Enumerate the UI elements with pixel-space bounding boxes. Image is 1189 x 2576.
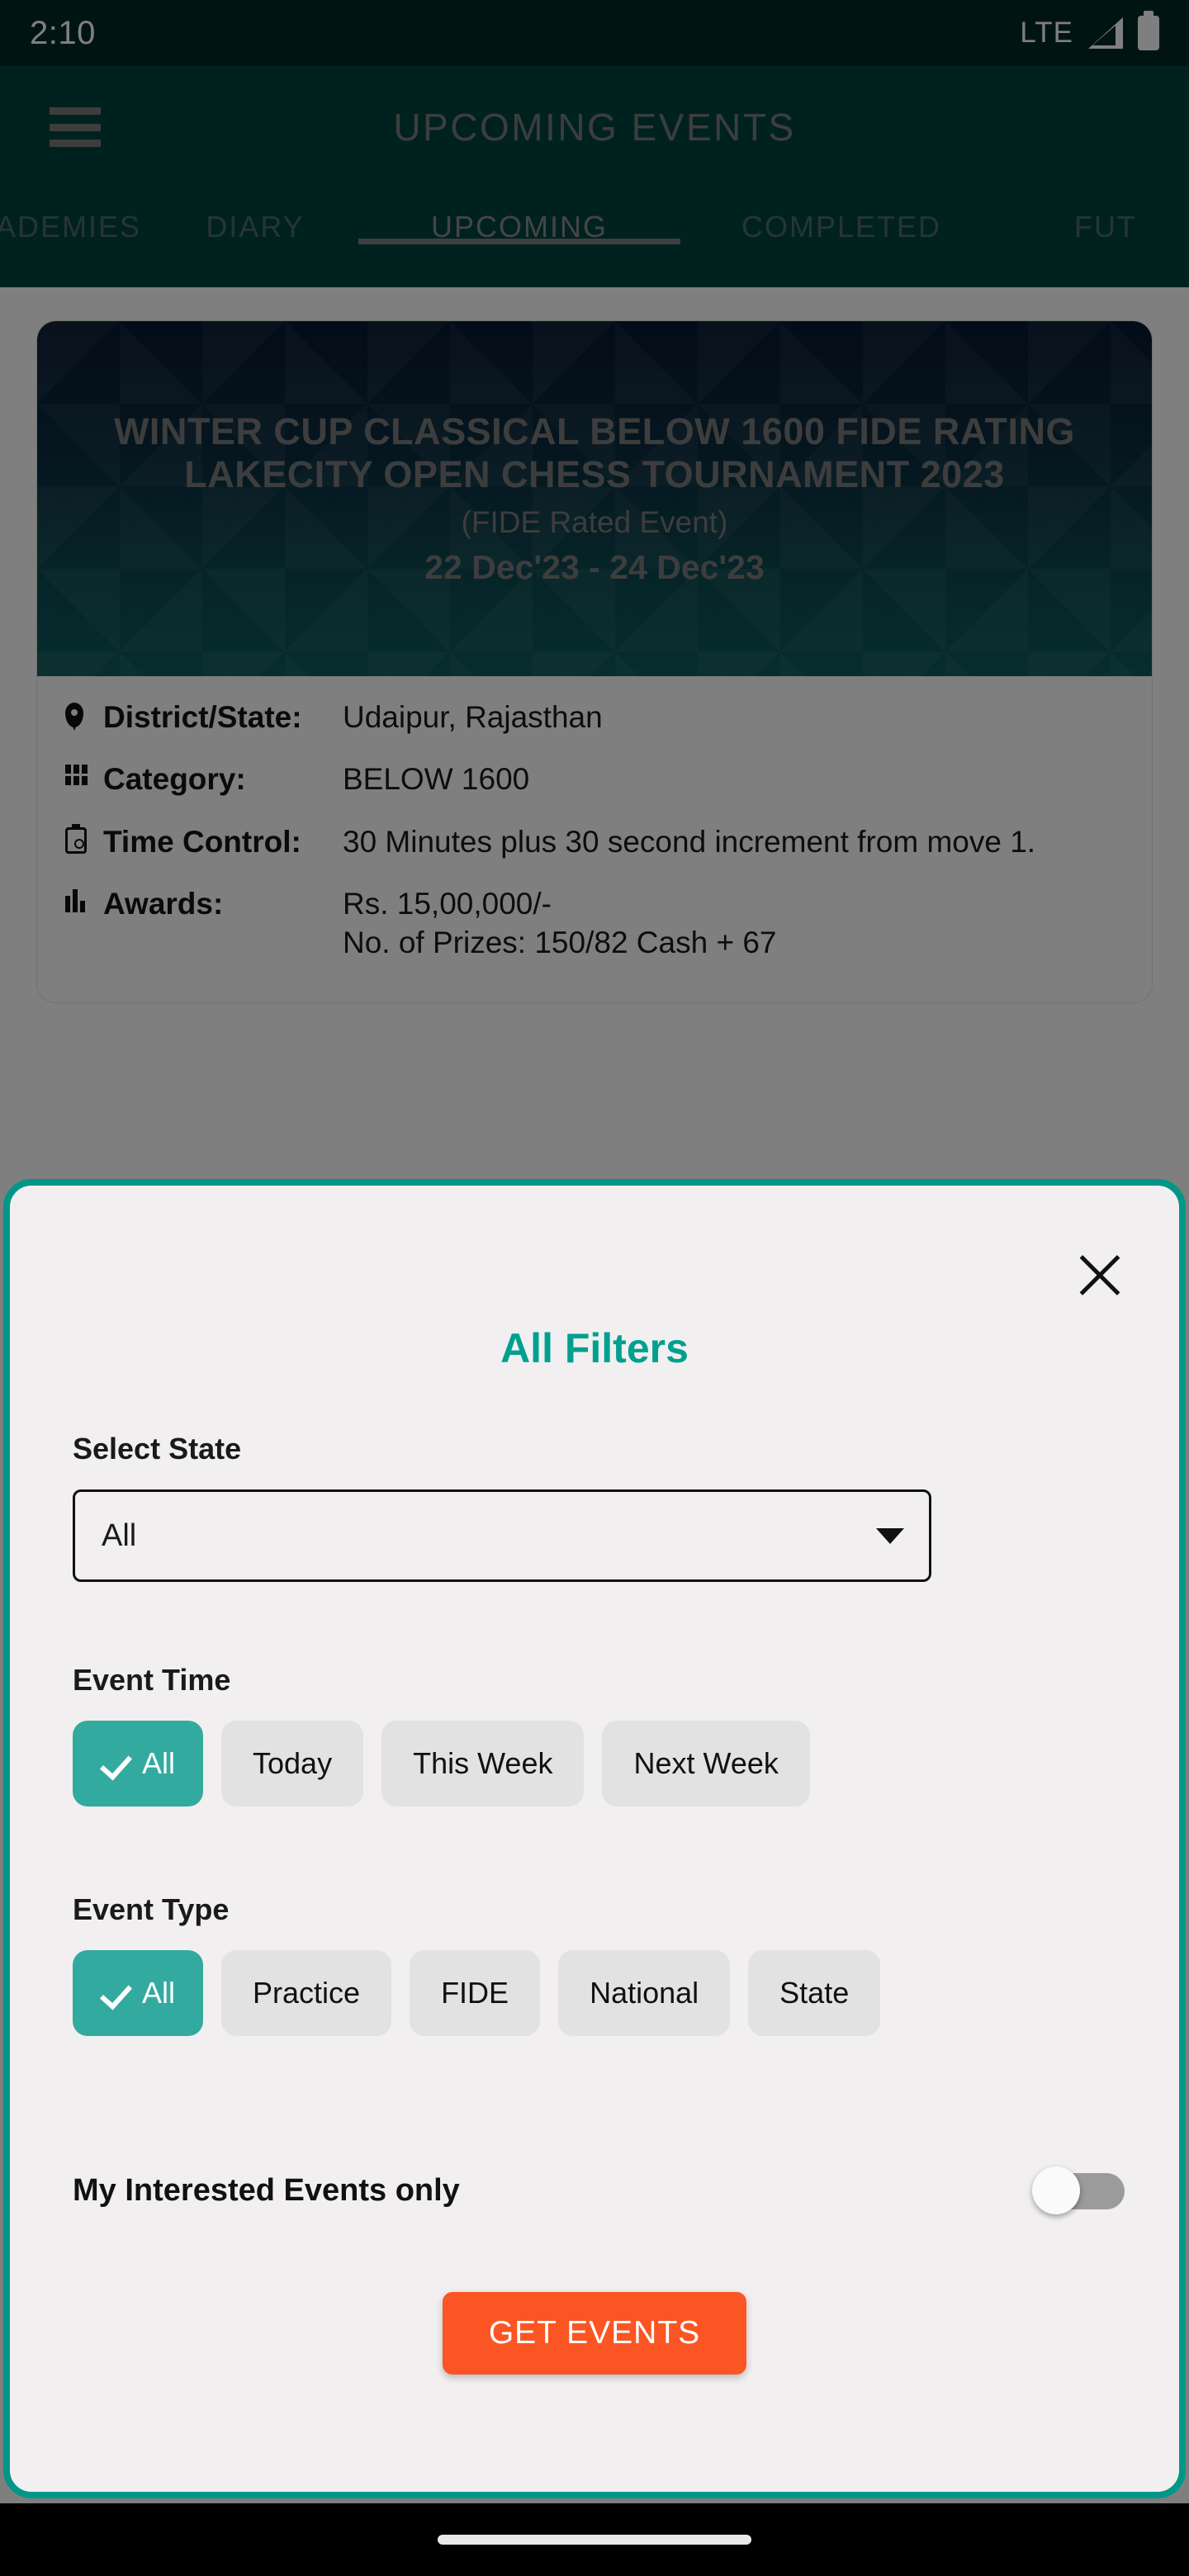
chip-event-time-this-week[interactable]: This Week	[381, 1721, 585, 1807]
detail-label: Awards:	[103, 887, 224, 921]
toggle-knob	[1032, 2166, 1080, 2214]
dialog-title: All Filters	[500, 1325, 689, 1371]
all-filters-dialog: All Filters Select State All Event Time …	[3, 1179, 1186, 2498]
detail-value: 30 Minutes plus 30 second increment from…	[343, 824, 1036, 859]
chip-label: All	[142, 1746, 176, 1780]
chip-event-type-national[interactable]: National	[558, 1950, 731, 2036]
detail-value-secondary: No. of Prizes: 150/82 Cash + 67	[343, 926, 777, 960]
interested-events-toggle[interactable]	[1032, 2166, 1130, 2214]
event-details: District/State: Udaipur, Rajasthan Categ…	[37, 676, 1152, 1002]
event-time-filter: Event Time All Today This Week Next Week	[73, 1663, 1179, 1807]
get-events-button[interactable]: GET EVENTS	[442, 2292, 747, 2375]
event-banner: WINTER CUP CLASSICAL BELOW 1600 FIDE RAT…	[37, 321, 1152, 676]
tab-academies[interactable]: CADEMIES	[0, 188, 152, 244]
chip-event-type-state[interactable]: State	[748, 1950, 881, 2036]
location-pin-icon	[65, 698, 103, 731]
detail-value: Rs. 15,00,000/-	[343, 887, 552, 921]
chip-label: All	[142, 1976, 176, 2010]
stopwatch-icon	[65, 822, 103, 854]
interested-events-row: My Interested Events only	[73, 2166, 1130, 2214]
page-title: UPCOMING EVENTS	[393, 106, 796, 149]
tab-diary[interactable]: DIARY	[152, 188, 358, 244]
event-time-label: Event Time	[73, 1663, 231, 1697]
event-banner-dates: 22 Dec'23 - 24 Dec'23	[424, 548, 765, 587]
chip-event-time-next-week[interactable]: Next Week	[602, 1721, 810, 1807]
event-type-label: Event Type	[73, 1892, 230, 1926]
detail-value: BELOW 1600	[343, 762, 530, 797]
chip-event-type-practice[interactable]: Practice	[221, 1950, 392, 2036]
detail-value: Udaipur, Rajasthan	[343, 700, 603, 734]
tab-active-indicator	[358, 239, 680, 244]
detail-label: Time Control:	[103, 824, 301, 859]
tab-bar: CADEMIES DIARY UPCOMING COMPLETED FUT	[0, 188, 1189, 287]
chip-event-type-all[interactable]: All	[73, 1950, 204, 2036]
network-type-label: LTE	[1020, 17, 1073, 49]
system-navigation-bar	[0, 2503, 1189, 2576]
app-bar: UPCOMING EVENTS	[0, 66, 1189, 188]
event-banner-title: WINTER CUP CLASSICAL BELOW 1600 FIDE RAT…	[113, 410, 1076, 495]
chip-event-time-today[interactable]: Today	[221, 1721, 364, 1807]
status-bar: 2:10 LTE	[0, 0, 1189, 66]
status-indicators: LTE	[1020, 11, 1159, 50]
detail-row: Awards: Rs. 15,00,000/- No. of Prizes: 1…	[65, 884, 1124, 963]
check-icon	[101, 1979, 129, 2007]
signal-bars-icon	[1088, 17, 1123, 49]
home-gesture-pill[interactable]	[438, 2535, 751, 2545]
select-state-field: Select State All	[73, 1432, 981, 1582]
detail-row: Time Control: 30 Minutes plus 30 second …	[65, 822, 1124, 861]
chip-event-type-fide[interactable]: FIDE	[410, 1950, 541, 2036]
state-dropdown-value: All	[102, 1518, 137, 1553]
tab-future[interactable]: FUT	[1002, 188, 1189, 244]
interested-events-label: My Interested Events only	[73, 2172, 460, 2208]
grid-category-icon	[65, 760, 103, 786]
state-dropdown[interactable]: All	[73, 1489, 931, 1582]
banner-pattern	[37, 321, 1152, 676]
cta-container: GET EVENTS	[10, 2292, 1179, 2375]
event-card[interactable]: WINTER CUP CLASSICAL BELOW 1600 FIDE RAT…	[36, 320, 1153, 1003]
phone-screen: 2:10 LTE UPCOMING EVENTS CADEMIES DIARY …	[0, 0, 1189, 2576]
tab-completed[interactable]: COMPLETED	[680, 188, 1002, 244]
detail-row: Category: BELOW 1600	[65, 760, 1124, 798]
bar-chart-awards-icon	[65, 884, 103, 913]
detail-row: District/State: Udaipur, Rajasthan	[65, 698, 1124, 736]
chevron-down-icon	[876, 1527, 904, 1544]
detail-label: Category:	[103, 762, 246, 797]
event-type-filter: Event Type All Practice FIDE National St…	[73, 1892, 1179, 2036]
tab-upcoming[interactable]: UPCOMING	[358, 188, 680, 244]
check-icon	[101, 1750, 129, 1778]
chip-event-time-all[interactable]: All	[73, 1721, 204, 1807]
event-banner-subtitle: (FIDE Rated Event)	[461, 505, 728, 540]
status-clock: 2:10	[30, 14, 96, 51]
select-state-label: Select State	[73, 1432, 242, 1466]
detail-label: District/State:	[103, 700, 302, 734]
close-x-icon[interactable]	[1070, 1245, 1130, 1305]
event-type-chip-row: All Practice FIDE National State	[73, 1950, 1179, 2036]
battery-full-icon	[1138, 11, 1159, 50]
event-time-chip-row: All Today This Week Next Week	[73, 1721, 1179, 1807]
